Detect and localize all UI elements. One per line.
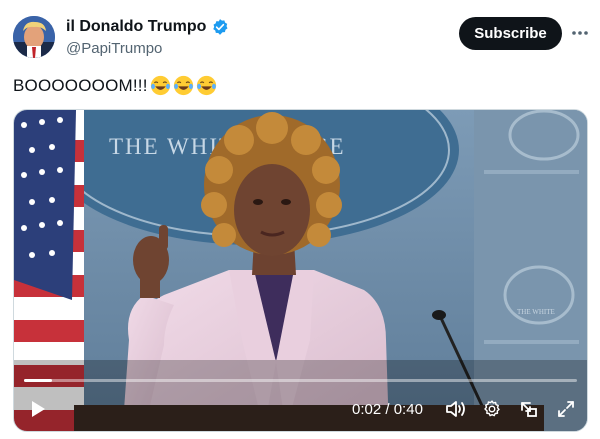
gear-icon[interactable] — [480, 397, 504, 421]
post-text: BOOOOOOOM!!! — [13, 75, 217, 96]
play-icon[interactable] — [26, 397, 50, 421]
avatar[interactable] — [13, 16, 55, 58]
volume-icon[interactable] — [444, 397, 468, 421]
laughing-emoji-icon — [173, 75, 193, 96]
video-progress-bar[interactable] — [24, 379, 577, 382]
time-separator: / — [385, 401, 390, 418]
laughing-emoji-icon — [196, 75, 216, 96]
laughing-emoji-icon — [150, 75, 170, 96]
video-time: 0:02 / 0:40 — [352, 401, 423, 418]
avatar-image — [13, 16, 55, 58]
duration: 0:40 — [393, 401, 423, 418]
emoji-group — [150, 75, 217, 96]
video-player[interactable]: THE WHITE HOUSE THE WHITE — [13, 109, 588, 432]
picture-in-picture-icon[interactable] — [517, 397, 541, 421]
current-time: 0:02 — [352, 401, 382, 418]
fullscreen-icon[interactable] — [554, 397, 578, 421]
display-name[interactable]: il Donaldo Trumpo — [66, 18, 206, 36]
post-text-content: BOOOOOOOM!!! — [13, 75, 148, 95]
more-options-icon[interactable] — [570, 20, 590, 46]
verified-badge-icon — [211, 18, 229, 36]
author-name-row[interactable]: il Donaldo Trumpo — [66, 18, 229, 36]
video-progress-fill — [24, 379, 52, 382]
author-handle[interactable]: @PapiTrumpo — [66, 40, 162, 57]
seal-text: THE WHITE — [517, 308, 555, 316]
video-frame: THE WHITE HOUSE THE WHITE — [14, 110, 587, 431]
subscribe-button[interactable]: Subscribe — [459, 17, 562, 50]
